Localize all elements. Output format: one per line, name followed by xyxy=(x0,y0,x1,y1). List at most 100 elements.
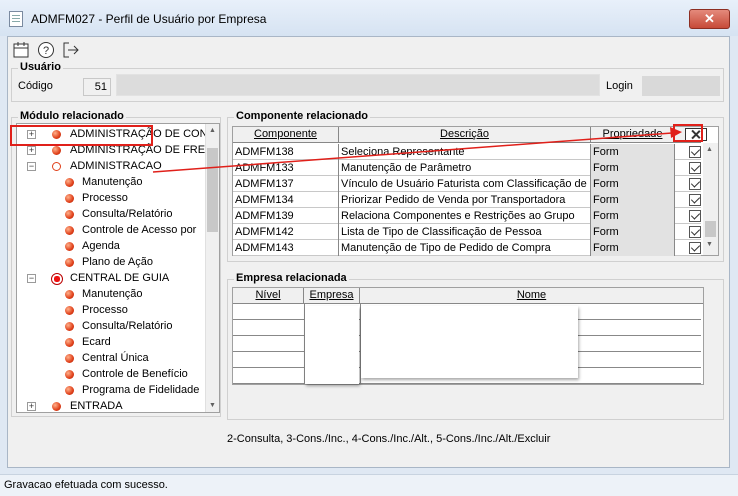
exit-icon[interactable] xyxy=(61,40,81,60)
scroll-up-arrow-icon[interactable]: ▲ xyxy=(209,127,216,134)
empresa-grid[interactable]: Nível Empresa Nome xyxy=(232,287,704,385)
tree-item[interactable]: Programa de Fidelidade xyxy=(17,383,209,399)
cell-descricao: Vínculo de Usuário Faturista com Classif… xyxy=(341,176,591,192)
window-client-area: ? Usuário Código 51 Login Módulo relacio… xyxy=(7,36,730,468)
row-checkbox[interactable] xyxy=(689,178,701,190)
table-row[interactable]: ADMFM143 Manutenção de Tipo de Pedido de … xyxy=(233,240,701,256)
node-status-icon xyxy=(65,354,74,363)
close-button[interactable]: ✕ xyxy=(689,9,730,29)
componente-group-title: Componente relacionado xyxy=(234,110,371,122)
tree-item-label: Consulta/Relatório xyxy=(82,320,173,332)
scroll-down-arrow-icon[interactable]: ▼ xyxy=(209,402,216,409)
cell-propriedade[interactable]: Form xyxy=(591,176,675,192)
scroll-up-arrow-icon[interactable]: ▲ xyxy=(706,146,713,153)
cell-componente: ADMFM134 xyxy=(233,192,339,208)
componente-grid-header: Componente Descrição Propriedade xyxy=(233,127,707,143)
componente-grid[interactable]: Componente Descrição Propriedade ADMFM13… xyxy=(232,126,719,256)
title-bar: ADMFM027 - Perfil de Usuário por Empresa… xyxy=(0,0,738,36)
cell-descricao: Lista de Tipo de Classificação de Pessoa xyxy=(339,224,591,240)
tree-item[interactable]: Manutenção xyxy=(17,287,209,303)
tree-item[interactable]: Central Única xyxy=(17,351,209,367)
table-row[interactable]: ADMFM138 Seleciona Representante Form xyxy=(233,144,701,160)
cell-propriedade[interactable]: Form xyxy=(591,208,675,224)
table-row[interactable]: ADMFM137 Vínculo de Usuário Faturista com… xyxy=(233,176,701,192)
tree-item-label: ADMINISTRACAO xyxy=(70,160,162,172)
cell-componente: ADMFM142 xyxy=(233,224,339,240)
cell-descricao: Priorizar Pedido de Venda por Transporta… xyxy=(339,192,591,208)
tree-item[interactable]: Controle de Benefício xyxy=(17,367,209,383)
select-all-checkbox[interactable] xyxy=(685,128,707,141)
tree-item-label: Central Única xyxy=(82,352,149,364)
user-name-field[interactable] xyxy=(116,74,600,96)
codigo-label: Código xyxy=(18,80,53,92)
collapse-icon[interactable]: − xyxy=(27,274,36,283)
tree-scrollbar[interactable]: ▲ ▼ xyxy=(205,124,219,412)
tree-item[interactable]: − ADMINISTRACAO xyxy=(17,159,209,175)
cell-propriedade[interactable]: Form xyxy=(591,240,675,256)
calendar-icon[interactable] xyxy=(11,40,31,60)
cell-propriedade[interactable]: Form xyxy=(591,224,675,240)
scroll-down-arrow-icon[interactable]: ▼ xyxy=(706,241,713,248)
column-descricao[interactable]: Descrição xyxy=(339,127,591,143)
row-checkbox[interactable] xyxy=(689,146,701,158)
column-componente[interactable]: Componente xyxy=(233,127,339,143)
login-field[interactable] xyxy=(642,76,720,96)
tree-item[interactable]: Processo xyxy=(17,303,209,319)
tree-item[interactable]: Plano de Ação xyxy=(17,255,209,271)
codigo-field[interactable]: 51 xyxy=(83,78,111,96)
svg-text:?: ? xyxy=(43,45,49,57)
cell-descricao: Manutenção de Parâmetro xyxy=(339,160,591,176)
login-label: Login xyxy=(606,80,633,92)
row-checkbox[interactable] xyxy=(689,226,701,238)
tree-item[interactable]: Agenda xyxy=(17,239,209,255)
row-checkbox[interactable] xyxy=(689,194,701,206)
node-status-icon xyxy=(51,273,63,285)
empresa-dropdown-panel xyxy=(305,306,359,384)
tree-item[interactable]: Consulta/Relatório xyxy=(17,319,209,335)
expand-icon[interactable]: + xyxy=(27,402,36,411)
tree-item[interactable]: Processo xyxy=(17,191,209,207)
table-row[interactable]: ADMFM134 Priorizar Pedido de Venda por Tr… xyxy=(233,192,701,208)
row-checkbox[interactable] xyxy=(689,210,701,222)
expand-icon[interactable]: + xyxy=(27,146,36,155)
table-row[interactable]: ADMFM133 Manutenção de Parâmetro Form xyxy=(233,160,701,176)
empresa-grid-header: Nível Empresa Nome xyxy=(233,288,703,304)
cell-propriedade[interactable]: Form xyxy=(591,144,675,160)
column-nivel[interactable]: Nível xyxy=(233,288,304,304)
column-nome[interactable]: Nome xyxy=(360,288,703,304)
permission-legend: 2-Consulta, 3-Cons./Inc., 4-Cons./Inc./A… xyxy=(227,433,551,445)
collapse-icon[interactable]: − xyxy=(27,162,36,171)
table-row[interactable]: ADMFM142 Lista de Tipo de Classificação d… xyxy=(233,224,701,240)
tree-item-label: Manutenção xyxy=(82,288,143,300)
node-status-icon xyxy=(65,290,74,299)
tree-item[interactable]: + ENTRADA xyxy=(17,399,209,412)
tree-item[interactable]: Manutenção xyxy=(17,175,209,191)
help-icon[interactable]: ? xyxy=(36,40,56,60)
cell-propriedade[interactable]: Form xyxy=(591,160,675,176)
tree-item-label: Controle de Benefício xyxy=(82,368,188,380)
column-empresa[interactable]: Empresa xyxy=(304,288,360,304)
scrollbar-thumb[interactable] xyxy=(207,148,218,232)
componente-scrollbar[interactable]: ▲ ▼ xyxy=(703,143,718,255)
tree-item[interactable]: Ecard xyxy=(17,335,209,351)
node-status-icon xyxy=(65,322,74,331)
node-status-icon xyxy=(52,402,61,411)
cell-componente: ADMFM138 xyxy=(233,144,339,160)
scrollbar-thumb[interactable] xyxy=(705,221,716,237)
tree-item[interactable]: − CENTRAL DE GUIA xyxy=(17,271,209,287)
module-tree[interactable]: + ADMINISTRAÇÃO DE CONDO + ADMINISTRAÇÃO DE… xyxy=(16,123,220,413)
tree-item-label: Controle de Acesso por xyxy=(82,224,197,236)
tree-item-label: CENTRAL DE GUIA xyxy=(70,272,170,284)
row-checkbox[interactable] xyxy=(689,162,701,174)
table-row[interactable]: ADMFM139 Relaciona Componentes e Restriçõ… xyxy=(233,208,701,224)
toolbar: ? xyxy=(8,37,729,63)
tree-item[interactable]: Controle de Acesso por xyxy=(17,223,209,239)
cell-propriedade[interactable]: Form xyxy=(591,192,675,208)
empresa-group-title: Empresa relacionada xyxy=(234,272,349,284)
node-status-icon xyxy=(65,386,74,395)
node-status-icon xyxy=(65,242,74,251)
tree-item[interactable]: Consulta/Relatório xyxy=(17,207,209,223)
row-checkbox[interactable] xyxy=(689,242,701,254)
node-status-icon xyxy=(52,146,61,155)
column-propriedade[interactable]: Propriedade xyxy=(591,127,675,143)
